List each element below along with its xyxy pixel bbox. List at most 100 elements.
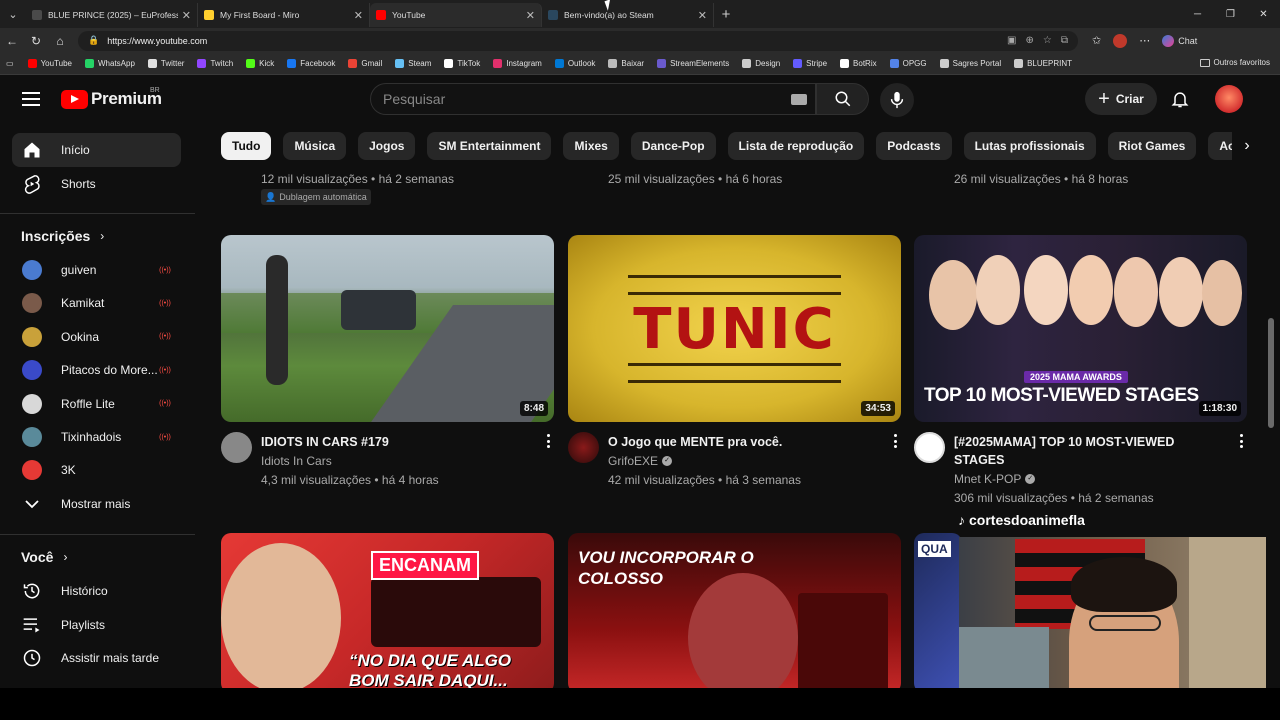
tab-actions-chevron-icon[interactable]: ⌄: [0, 0, 26, 28]
search-input[interactable]: Pesquisar: [370, 83, 816, 115]
chip-podcasts[interactable]: Podcasts: [876, 132, 952, 160]
chip-mixes[interactable]: Mixes: [563, 132, 619, 160]
video-thumbnail[interactable]: 8:48: [221, 235, 554, 422]
tab-miro[interactable]: My First Board - Miro ✕: [198, 3, 370, 27]
channel-name[interactable]: Idiots In Cars: [261, 454, 332, 468]
chip-tudo[interactable]: Tudo: [221, 132, 272, 160]
chip-lutas-profissionais[interactable]: Lutas profissionais: [963, 132, 1096, 160]
tab-youtube[interactable]: YouTube ✕: [370, 3, 542, 27]
bookmark-twitter[interactable]: Twitter: [147, 59, 184, 68]
back-icon[interactable]: ←: [0, 34, 24, 48]
settings-more-icon[interactable]: ⋯: [1139, 34, 1150, 47]
channel-avatar[interactable]: [914, 432, 945, 463]
voice-search-button[interactable]: [880, 83, 914, 117]
more-actions-icon[interactable]: [1240, 434, 1244, 448]
show-more-button[interactable]: Mostrar mais: [12, 487, 181, 521]
bookmark-botrix[interactable]: BotRix: [840, 59, 877, 68]
close-window-icon[interactable]: ✕: [1247, 0, 1280, 28]
sidebar-item-playlists[interactable]: Playlists: [12, 608, 181, 642]
sidebar-item-shorts[interactable]: Shorts: [12, 167, 181, 201]
sidebar-item-watch-later[interactable]: Assistir mais tarde: [12, 641, 181, 675]
minimize-icon[interactable]: ─: [1181, 0, 1214, 28]
close-tab-icon[interactable]: ✕: [354, 9, 363, 22]
bookmark-sagres-portal[interactable]: Sagres Portal: [939, 59, 1001, 68]
reload-icon[interactable]: ↻: [24, 34, 48, 48]
notifications-bell-icon[interactable]: [1170, 89, 1190, 109]
close-tab-icon[interactable]: ✕: [698, 9, 707, 22]
tab-blue-prince[interactable]: BLUE PRINCE (2025) – EuProfessor ✕: [26, 3, 198, 27]
favorites-icon[interactable]: ✩: [1092, 34, 1101, 47]
tab-steam[interactable]: Bem-vindo(a) ao Steam ✕: [542, 3, 714, 27]
sidebar-item-inicio[interactable]: Início: [12, 133, 181, 167]
bookmark-twitch[interactable]: Twitch: [197, 59, 233, 68]
app-available-icon[interactable]: ▣: [1007, 35, 1016, 46]
bookmark-design[interactable]: Design: [742, 59, 780, 68]
new-tab-icon[interactable]: +: [714, 6, 738, 23]
subscription-item[interactable]: Pitacos do More... ((•)): [12, 353, 181, 387]
bookmark-blueprint[interactable]: BLUEPRINT: [1014, 59, 1072, 68]
favorite-star-icon[interactable]: ☆: [1043, 35, 1052, 46]
menu-icon[interactable]: [22, 92, 40, 106]
url-field[interactable]: 🔒 https://www.youtube.com ▣ ⊕ ☆ ⧉: [78, 30, 1078, 51]
reading-list-icon[interactable]: ▭: [6, 59, 14, 68]
bookmark-steam[interactable]: Steam: [395, 59, 431, 68]
channel-avatar[interactable]: [221, 432, 252, 463]
copilot-button[interactable]: Chat: [1162, 34, 1197, 47]
search-button[interactable]: [816, 83, 869, 115]
account-avatar[interactable]: [1215, 85, 1243, 113]
bookmark-facebook[interactable]: Facebook: [287, 59, 335, 68]
sidebar-item-historico[interactable]: Histórico: [12, 574, 181, 608]
profile-avatar[interactable]: [1113, 33, 1128, 48]
video-thumbnail[interactable]: QUA: [914, 533, 962, 688]
bookmark-opgg[interactable]: OPGG: [889, 59, 927, 68]
subscription-item[interactable]: Tixinhadois ((•)): [12, 420, 181, 454]
bookmark-kick[interactable]: Kick: [246, 59, 274, 68]
video-thumbnail[interactable]: TUNIC 34:53: [568, 235, 901, 422]
video-thumbnail[interactable]: VOU INCORPORAR O COLOSSO: [568, 533, 901, 688]
channel-name[interactable]: GrifoEXE ✓: [608, 454, 673, 468]
close-tab-icon[interactable]: ✕: [182, 9, 191, 22]
keyboard-icon[interactable]: [791, 94, 807, 105]
subscription-item[interactable]: guiven ((•)): [12, 253, 181, 287]
home-button-icon[interactable]: ⌂: [48, 34, 72, 48]
video-title[interactable]: IDIOTS IN CARS #179: [261, 433, 531, 451]
video-thumbnail[interactable]: ENCANAM “NO DIA QUE ALGO BOM SAIR DAQUI.…: [221, 533, 554, 688]
channel-name[interactable]: Mnet K-POP ✓: [954, 472, 1036, 486]
chip-música[interactable]: Música: [283, 132, 347, 160]
bookmark-tiktok[interactable]: TikTok: [444, 59, 480, 68]
more-actions-icon[interactable]: [547, 434, 551, 448]
video-title[interactable]: O Jogo que MENTE pra você.: [608, 433, 878, 451]
page-scrollbar[interactable]: [1268, 318, 1274, 428]
maximize-icon[interactable]: ❐: [1214, 0, 1247, 28]
subscription-item[interactable]: Roffle Lite ((•)): [12, 387, 181, 421]
more-actions-icon[interactable]: [894, 434, 898, 448]
chip-riot-games[interactable]: Riot Games: [1107, 132, 1197, 160]
other-bookmarks[interactable]: Outros favoritos: [1199, 58, 1270, 67]
bookmark-outlook[interactable]: Outlook: [554, 59, 595, 68]
chip-jogos[interactable]: Jogos: [358, 132, 416, 160]
chip-sm-entertainment[interactable]: SM Entertainment: [427, 132, 552, 160]
you-heading[interactable]: Você ›: [21, 549, 67, 565]
bookmark-stripe[interactable]: Stripe: [793, 59, 827, 68]
bookmark-baixar[interactable]: Baixar: [608, 59, 644, 68]
bookmark-streamelements[interactable]: StreamElements: [657, 59, 729, 68]
create-button[interactable]: + Criar: [1085, 83, 1157, 115]
bookmark-youtube[interactable]: YouTube: [27, 59, 72, 68]
subscriptions-heading[interactable]: Inscrições ›: [21, 228, 104, 244]
extensions-icon[interactable]: ⧉: [1061, 35, 1068, 46]
video-title[interactable]: [#2025MAMA] TOP 10 MOST-VIEWED STAGES: [954, 433, 1224, 469]
bookmark-whatsapp[interactable]: WhatsApp: [85, 59, 135, 68]
bookmark-gmail[interactable]: Gmail: [348, 59, 382, 68]
channel-avatar[interactable]: [568, 432, 599, 463]
video-thumbnail[interactable]: 2025 MAMA AWARDS TOP 10 MOST-VIEWED STAG…: [914, 235, 1247, 422]
bookmark-instagram[interactable]: Instagram: [493, 59, 542, 68]
chip-lista-de-reprodução[interactable]: Lista de reprodução: [727, 132, 865, 160]
close-tab-icon[interactable]: ✕: [526, 9, 535, 22]
zoom-icon[interactable]: ⊕: [1026, 35, 1034, 46]
chip-dance-pop[interactable]: Dance-Pop: [630, 132, 716, 160]
subscription-item[interactable]: 3K: [12, 453, 181, 487]
subscription-item[interactable]: Kamikat ((•)): [12, 286, 181, 320]
youtube-premium-logo[interactable]: Premium BR: [61, 87, 162, 109]
chips-next-icon[interactable]: ›: [1232, 132, 1262, 160]
subscription-item[interactable]: Ookina ((•)): [12, 320, 181, 354]
